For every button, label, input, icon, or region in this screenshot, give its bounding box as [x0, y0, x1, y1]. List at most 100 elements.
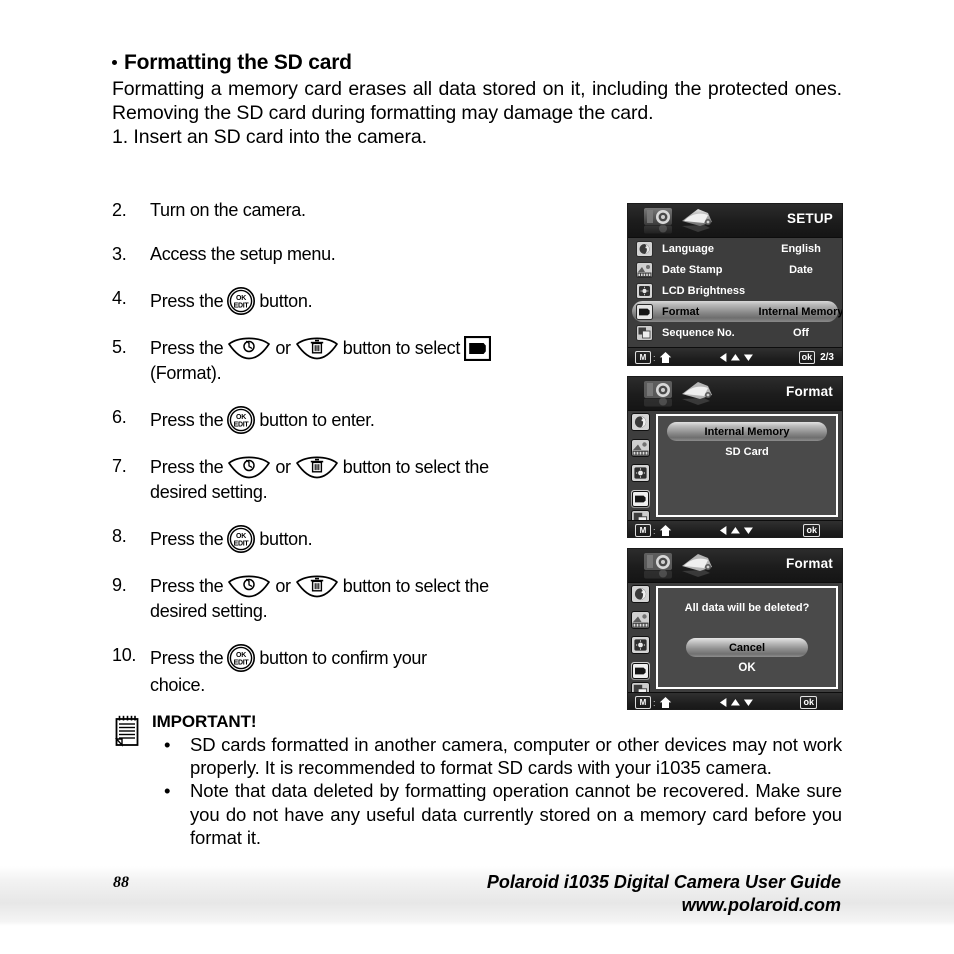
cancel-button[interactable]: Cancel: [686, 638, 808, 657]
setup-mode-header-icon: [644, 553, 712, 579]
date-stamp-icon[interactable]: [631, 438, 650, 457]
step-10: 10. Press the OK EDIT button to confirm …: [112, 643, 612, 698]
manual-page: Formatting the SD card Formatting a memo…: [0, 0, 954, 954]
footer-title: Polaroid i1035 Digital Camera User Guide: [486, 872, 841, 892]
step-5-text-after: button to select: [342, 337, 461, 358]
step-3-number: 3.: [112, 244, 127, 264]
format-icon: [632, 662, 649, 679]
page-content: Formatting the SD card Formatting a memo…: [112, 51, 842, 150]
screen-header: Format: [628, 549, 842, 583]
format-icon-selected[interactable]: [631, 489, 650, 508]
step-9-text-after: button to select the: [342, 575, 489, 596]
colon-separator: :: [653, 352, 656, 363]
home-icon: [659, 525, 671, 536]
format-confirm-body: All data will be deleted? Cancel OK: [628, 583, 842, 700]
step-5-text-tail: (Format).: [150, 363, 222, 383]
screen-header: Format: [628, 377, 842, 411]
svg-text:EDIT: EDIT: [234, 303, 250, 310]
menu-value: English: [781, 242, 821, 255]
menu-label: Format: [662, 305, 700, 318]
menu-value: Date: [789, 263, 813, 276]
step-8-number: 8.: [112, 526, 127, 546]
brightness-icon: [636, 282, 653, 299]
arrow-up-icon: [730, 354, 740, 361]
step-9-number: 9.: [112, 575, 127, 595]
mode-key-icon: M: [635, 351, 651, 364]
step-8: 8. Press the OK EDIT button.: [112, 524, 612, 554]
svg-text:EDIT: EDIT: [234, 660, 250, 667]
brightness-icon[interactable]: [631, 636, 650, 654]
screen-title: Format: [786, 556, 833, 571]
step-2-text: Turn on the camera.: [150, 200, 306, 220]
language-icon[interactable]: [631, 585, 650, 603]
navigation-arrows: [719, 525, 754, 536]
step-5-text-mid: or: [275, 337, 291, 358]
arrow-down-icon: [743, 527, 753, 534]
colon-separator: :: [653, 525, 656, 536]
screen-footer-bar: M : ok 2/3: [628, 347, 842, 365]
important-note-block: IMPORTANT! • SD cards formatted in anothe…: [112, 712, 842, 849]
arrow-down-icon: [743, 699, 753, 706]
step-7-text-tail: desired setting.: [150, 482, 268, 502]
menu-row-language[interactable]: Language English: [632, 238, 838, 259]
step-6-text-after: button to enter.: [259, 409, 375, 430]
page-indicator: 2/3: [820, 352, 834, 363]
option-sd-card[interactable]: SD Card: [658, 446, 836, 458]
mode-key-icon: M: [635, 696, 651, 709]
confirm-message: All data will be deleted?: [684, 602, 810, 614]
step-5-number: 5.: [112, 337, 127, 357]
arrow-up-icon: [730, 699, 740, 706]
menu-label: LCD Brightness: [662, 284, 746, 297]
setup-mode-header-icon: [644, 208, 712, 234]
svg-text:OK: OK: [236, 295, 246, 302]
menu-row-format[interactable]: Format Internal Memory: [632, 301, 842, 322]
ok-button[interactable]: OK: [658, 662, 836, 674]
page-title-text: Formatting the SD card: [124, 51, 352, 74]
option-internal-memory[interactable]: Internal Memory: [667, 422, 827, 441]
brightness-icon[interactable]: [631, 464, 650, 482]
mode-button-hint: M :: [635, 351, 672, 364]
ok-edit-button-icon: OK EDIT: [227, 644, 256, 672]
menu-row-lcd-brightness[interactable]: LCD Brightness: [632, 280, 838, 301]
important-item-text: Note that data deleted by formatting ope…: [190, 780, 842, 848]
step-7-text-before: Press the: [150, 456, 224, 477]
svg-text:EDIT: EDIT: [234, 422, 250, 429]
page-title: Formatting the SD card: [112, 51, 842, 74]
step-7-text-mid: or: [275, 456, 291, 477]
setup-sidebar: [631, 413, 653, 536]
step-9-text-before: Press the: [150, 575, 224, 596]
step-4-text-after: button.: [259, 290, 313, 311]
step-5-text-before: Press the: [150, 337, 224, 358]
home-icon: [659, 352, 671, 363]
format-icon: [632, 490, 649, 507]
delete-button-icon: [295, 337, 338, 360]
setup-mode-header-icon: [644, 381, 712, 407]
ok-key-icon: ok: [800, 696, 817, 709]
step-10-number: 10.: [112, 645, 137, 665]
steps-list: 2. Turn on the camera. 3. Access the set…: [112, 198, 612, 717]
menu-row-sequence-no[interactable]: Sequence No. Off: [632, 322, 838, 343]
language-icon[interactable]: [631, 413, 650, 431]
screen-footer-bar: M : ok: [628, 692, 842, 709]
step-1: 1. Insert an SD card into the camera.: [112, 126, 427, 149]
menu-row-date-stamp[interactable]: Date Stamp Date: [632, 259, 838, 280]
navigation-arrows: [719, 352, 754, 363]
camera-screen-format-confirm: Format All data will be deleted? Cancel …: [627, 548, 843, 710]
format-icon-selected[interactable]: [631, 661, 650, 680]
menu-value: Off: [793, 326, 809, 339]
intro-paragraph: Formatting a memory card erases all data…: [112, 78, 842, 125]
step-8-text-before: Press the: [150, 528, 224, 549]
step-2-number: 2.: [112, 200, 127, 220]
ok-hint: ok 2/3: [798, 351, 834, 364]
date-stamp-icon[interactable]: [631, 610, 650, 629]
language-icon: [636, 240, 653, 257]
step-4: 4. Press the OK EDIT button.: [112, 286, 612, 316]
step-9-text-mid: or: [275, 575, 291, 596]
arrow-left-icon: [719, 526, 727, 535]
bullet-icon: [112, 60, 117, 65]
step-8-text-after: button.: [259, 528, 313, 549]
format-options-panel: Internal Memory SD Card: [656, 414, 838, 517]
format-options-body: Internal Memory SD Card: [628, 411, 842, 528]
page-number: 88: [113, 874, 129, 891]
step-3-text: Access the setup menu.: [150, 244, 336, 264]
